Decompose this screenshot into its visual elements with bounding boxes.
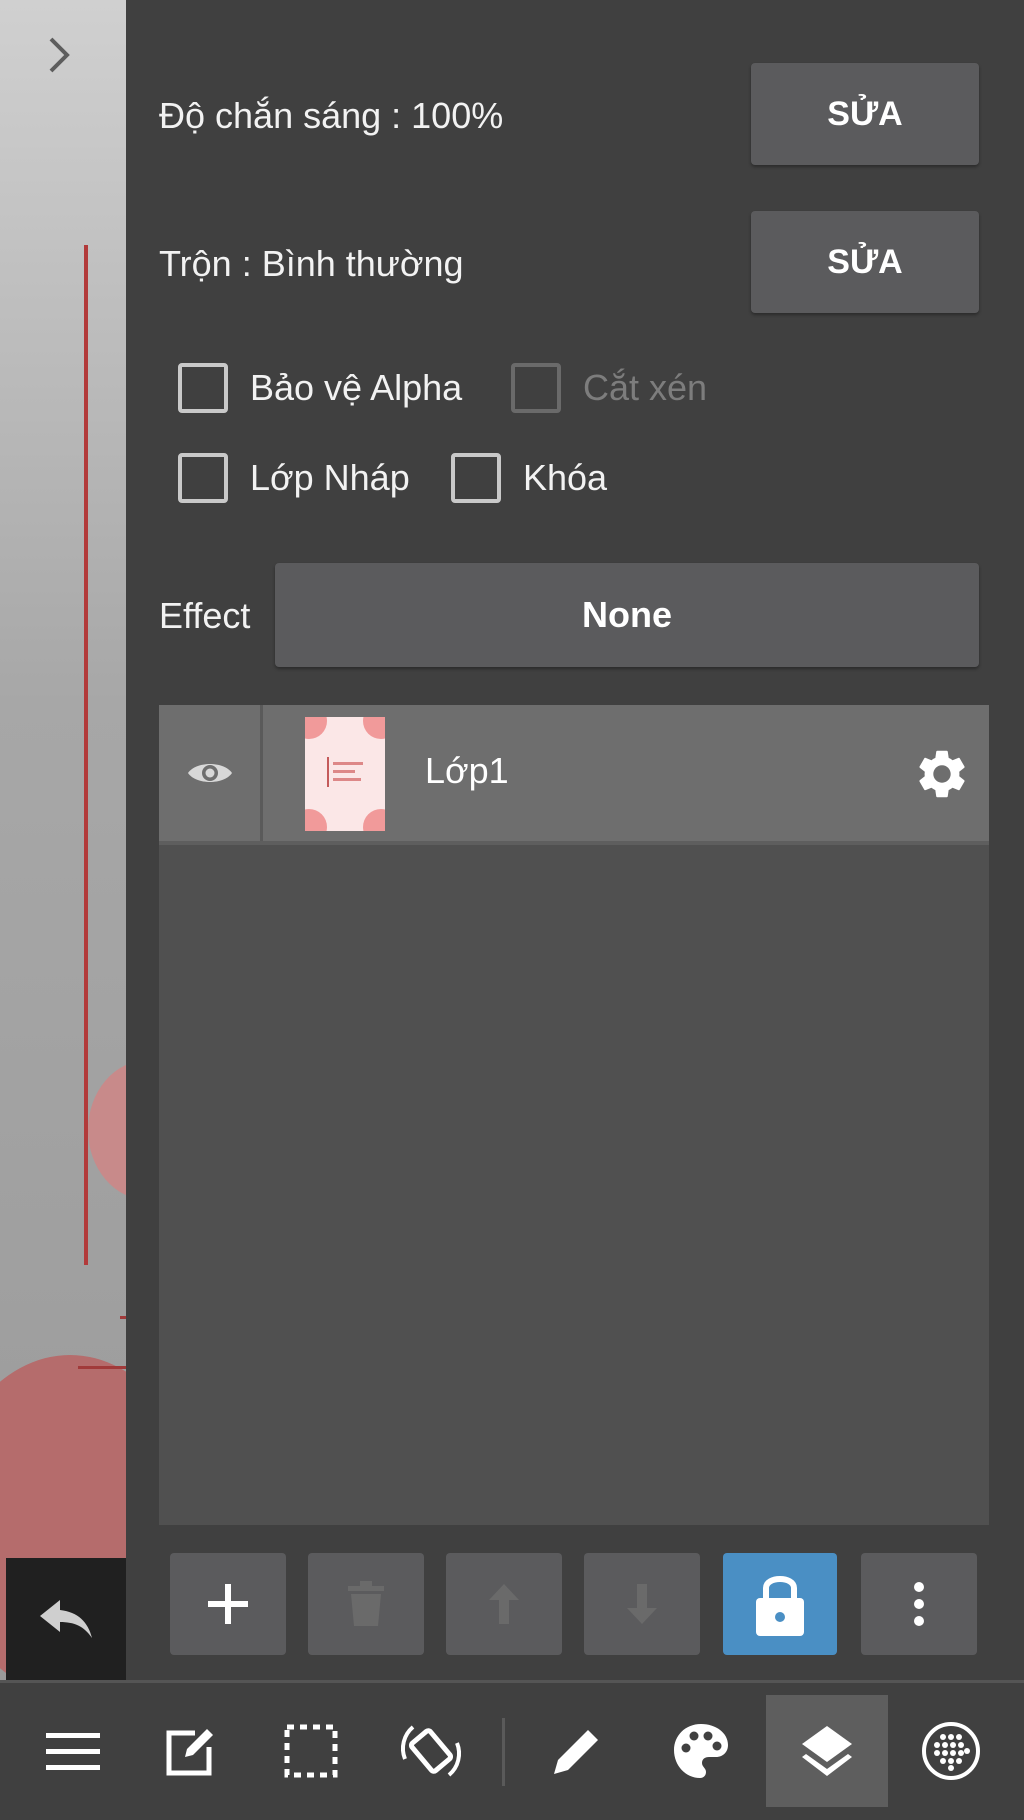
toolbar-divider bbox=[502, 1718, 505, 1786]
pen-tool-button[interactable] bbox=[522, 1695, 632, 1807]
lock-checkbox[interactable]: Khóa bbox=[451, 453, 607, 503]
trash-icon bbox=[348, 1581, 384, 1626]
materials-button[interactable] bbox=[896, 1695, 1006, 1807]
draft-layer-label: Lớp Nháp bbox=[250, 457, 410, 498]
palette-icon bbox=[674, 1724, 728, 1778]
gear-icon[interactable] bbox=[913, 745, 971, 803]
move-layer-up-button[interactable] bbox=[446, 1553, 562, 1655]
plus-icon bbox=[208, 1584, 248, 1624]
materials-icon bbox=[922, 1722, 980, 1780]
edit-blend-button[interactable]: SỬA bbox=[751, 211, 979, 313]
layers-icon bbox=[802, 1726, 852, 1776]
eye-icon bbox=[187, 764, 232, 782]
layers-button[interactable] bbox=[766, 1695, 888, 1807]
more-options-button[interactable] bbox=[861, 1553, 977, 1655]
move-layer-down-button[interactable] bbox=[584, 1553, 700, 1655]
lock-layer-button[interactable] bbox=[723, 1553, 837, 1655]
checkbox-box bbox=[178, 363, 228, 413]
edit-icon bbox=[166, 1729, 213, 1776]
selection-button[interactable] bbox=[256, 1695, 366, 1807]
clipping-checkbox: Cắt xén bbox=[511, 363, 707, 413]
undo-icon bbox=[40, 1600, 92, 1638]
visibility-toggle[interactable] bbox=[159, 705, 263, 841]
effect-label: Effect bbox=[159, 595, 251, 636]
edit-opacity-button[interactable]: SỬA bbox=[751, 63, 979, 165]
layer-row[interactable]: Lớp1 bbox=[159, 705, 989, 845]
effect-select-button[interactable]: None bbox=[275, 563, 979, 667]
protect-alpha-label: Bảo vệ Alpha bbox=[250, 367, 463, 408]
blend-mode-label: Trộn : Bình thường bbox=[159, 243, 464, 284]
edit-button[interactable] bbox=[136, 1695, 246, 1807]
drawing-canvas[interactable] bbox=[0, 0, 126, 1680]
menu-button[interactable] bbox=[18, 1695, 128, 1807]
canvas-stroke bbox=[84, 245, 88, 1265]
draft-layer-checkbox[interactable]: Lớp Nháp bbox=[178, 453, 410, 503]
add-layer-button[interactable] bbox=[170, 1553, 286, 1655]
more-vert-icon bbox=[914, 1582, 924, 1626]
canvas-stroke bbox=[78, 1366, 126, 1369]
layer-name: Lớp1 bbox=[425, 750, 509, 791]
pen-icon bbox=[554, 1730, 598, 1774]
selection-icon bbox=[284, 1724, 338, 1778]
app-root: Độ chắn sáng : 100% SỬA Trộn : Bình thườ… bbox=[0, 0, 1024, 1820]
layer-list[interactable]: Lớp1 bbox=[159, 705, 989, 1525]
lock-label: Khóa bbox=[523, 457, 608, 498]
menu-icon bbox=[46, 1733, 100, 1770]
lock-icon bbox=[756, 1576, 804, 1636]
arrow-down-icon bbox=[627, 1584, 657, 1624]
color-palette-button[interactable] bbox=[646, 1695, 756, 1807]
checkbox-box bbox=[511, 363, 561, 413]
chevron-right-icon bbox=[49, 37, 70, 73]
protect-alpha-checkbox[interactable]: Bảo vệ Alpha bbox=[178, 363, 462, 413]
rotate-icon bbox=[401, 1725, 461, 1777]
undo-button[interactable] bbox=[6, 1558, 126, 1680]
arrow-up-icon bbox=[489, 1584, 519, 1624]
checkbox-box bbox=[178, 453, 228, 503]
expand-panel-button[interactable] bbox=[40, 35, 76, 75]
opacity-label: Độ chắn sáng : 100% bbox=[159, 95, 504, 136]
checkbox-box bbox=[451, 453, 501, 503]
layer-thumbnail bbox=[305, 717, 385, 831]
rotate-canvas-button[interactable] bbox=[376, 1695, 486, 1807]
delete-layer-button[interactable] bbox=[308, 1553, 424, 1655]
clipping-label: Cắt xén bbox=[583, 367, 708, 408]
